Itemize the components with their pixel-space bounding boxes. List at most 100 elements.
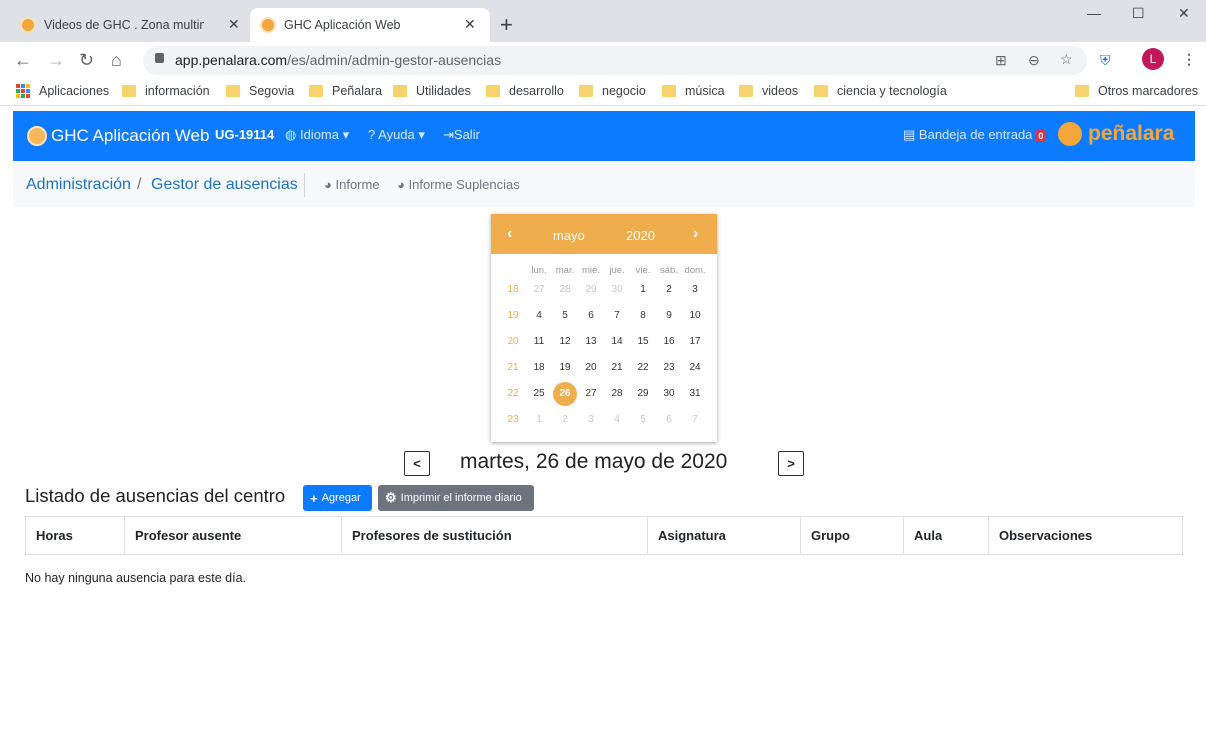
calendar-day[interactable]: 5 — [631, 408, 655, 432]
calendar-day[interactable]: 20 — [579, 356, 603, 380]
translate-icon[interactable]: ⊞ — [995, 52, 1007, 69]
calendar-day[interactable]: 14 — [605, 330, 629, 354]
avatar[interactable]: L — [1142, 48, 1164, 70]
calendar-day[interactable]: 11 — [527, 330, 551, 354]
nav-salir[interactable]: ⇥Salir — [443, 127, 480, 143]
bookmark-informacion[interactable]: información — [122, 84, 210, 98]
calendar-day[interactable]: 21 — [605, 356, 629, 380]
browser-tab-ghc[interactable]: GHC Aplicación Web ✕ — [250, 8, 490, 42]
calendar-day[interactable]: 9 — [657, 304, 681, 328]
column-header: Profesor ausente — [124, 516, 342, 555]
calendar-day[interactable]: 31 — [683, 382, 707, 406]
next-day-button[interactable]: > — [778, 451, 804, 476]
calendar-day[interactable]: 7 — [605, 304, 629, 328]
calendar-day[interactable]: 2 — [657, 278, 681, 302]
window-close-icon[interactable]: ✕ — [1178, 5, 1190, 22]
prev-day-button[interactable]: < — [404, 451, 430, 476]
calendar-day[interactable]: 23 — [657, 356, 681, 380]
calendar-day[interactable]: 6 — [657, 408, 681, 432]
minimize-icon[interactable]: — — [1087, 5, 1101, 21]
prev-month-button[interactable]: ‹ — [507, 225, 512, 243]
breadcrumb-admin[interactable]: Administración — [26, 176, 131, 194]
browser-tab-videos[interactable]: Videos de GHC . Zona multimedia ✕ — [20, 8, 242, 42]
print-daily-report-button[interactable]: ⚙ Imprimir el informe diario — [378, 485, 534, 511]
calendar-day[interactable]: 16 — [657, 330, 681, 354]
bookmark-aplicaciones[interactable]: Aplicaciones — [16, 84, 109, 98]
week-number: 23 — [507, 414, 519, 425]
bookmark-label: Otros marcadores — [1098, 84, 1199, 98]
calendar-year[interactable]: 2020 — [626, 228, 655, 243]
bookmark-musica[interactable]: música — [662, 84, 725, 98]
bookmark-segovia[interactable]: Segovia — [226, 84, 294, 98]
calendar-day[interactable]: 22 — [631, 356, 655, 380]
informe-label: Informe — [335, 177, 380, 192]
bookmark-label: música — [685, 84, 725, 98]
calendar-day[interactable]: 5 — [553, 304, 577, 328]
bookmark-label: videos — [762, 84, 799, 98]
bookmark-desarrollo[interactable]: desarrollo — [486, 84, 564, 98]
brand-link[interactable]: GHC Aplicación Web — [27, 126, 209, 146]
bookmark-ciencia[interactable]: ciencia y tecnología — [814, 84, 947, 98]
calendar-day[interactable]: 7 — [683, 408, 707, 432]
calendar-day[interactable]: 28 — [605, 382, 629, 406]
calendar-day[interactable]: 18 — [527, 356, 551, 380]
close-icon[interactable]: ✕ — [228, 16, 240, 33]
informe-suplencias-link[interactable]: ◕ Informe Suplencias — [397, 177, 520, 192]
calendar-day[interactable]: 4 — [605, 408, 629, 432]
calendar-day[interactable]: 8 — [631, 304, 655, 328]
calendar-day[interactable]: 30 — [605, 278, 629, 302]
calendar-day[interactable]: 24 — [683, 356, 707, 380]
calendar-day[interactable]: 3 — [579, 408, 603, 432]
calendar-day[interactable]: 12 — [553, 330, 577, 354]
calendar-day[interactable]: 27 — [527, 278, 551, 302]
maximize-icon[interactable]: ☐ — [1132, 5, 1145, 22]
calendar-day[interactable]: 3 — [683, 278, 707, 302]
shield-extension-icon[interactable]: ⛨ — [1100, 52, 1111, 69]
calendar-day[interactable]: 4 — [527, 304, 551, 328]
reload-icon[interactable]: ↻ — [79, 50, 94, 71]
menu-icon[interactable]: ⋮ — [1182, 51, 1196, 68]
calendar-day[interactable]: 30 — [657, 382, 681, 406]
close-icon[interactable]: ✕ — [464, 16, 476, 33]
calendar-day[interactable]: 2 — [553, 408, 577, 432]
new-tab-button[interactable]: + — [500, 12, 513, 38]
calendar-month[interactable]: mayo — [553, 228, 585, 243]
calendar-day[interactable]: 1 — [527, 408, 551, 432]
nav-ayuda[interactable]: ? Ayuda ▾ — [368, 127, 425, 143]
calendar-day[interactable]: 10 — [683, 304, 707, 328]
url-text[interactable]: app.penalara.com/es/admin/admin-gestor-a… — [175, 52, 501, 68]
apps-grid-icon — [16, 84, 30, 98]
bookmark-negocio[interactable]: negocio — [579, 84, 646, 98]
calendar-day[interactable]: 25 — [527, 382, 551, 406]
address-bar[interactable]: app.penalara.com/es/admin/admin-gestor-a… — [143, 46, 1087, 75]
nav-idioma[interactable]: ◍ Idioma ▾ — [285, 127, 349, 143]
calendar-day[interactable]: 1 — [631, 278, 655, 302]
calendar-day[interactable]: 17 — [683, 330, 707, 354]
calendar-day[interactable]: 29 — [579, 278, 603, 302]
add-button[interactable]: + Agregar — [303, 485, 372, 511]
nav-bandeja[interactable]: ▤ Bandeja de entrada 0 — [903, 127, 1047, 143]
informe-link[interactable]: ◕ Informe — [324, 177, 380, 192]
calendar-day[interactable]: 28 — [553, 278, 577, 302]
home-icon[interactable]: ⌂ — [111, 50, 122, 71]
caret-down-icon: ▾ — [418, 127, 425, 142]
calendar-day[interactable]: 13 — [579, 330, 603, 354]
bookmark-star-icon[interactable]: ☆ — [1060, 51, 1073, 68]
forward-arrow-icon[interactable]: → — [47, 50, 65, 71]
bookmark-videos[interactable]: videos — [739, 84, 798, 98]
calendar-day[interactable]: 19 — [553, 356, 577, 380]
bookmark-utilidades[interactable]: Utilidades — [393, 84, 471, 98]
folder-icon — [662, 85, 676, 97]
zoom-icon[interactable]: ⊖ — [1028, 52, 1040, 69]
calendar-day[interactable]: 27 — [579, 382, 603, 406]
bookmark-penalara[interactable]: Peñalara — [309, 84, 382, 98]
calendar-day[interactable]: 15 — [631, 330, 655, 354]
weekday-header: mar. — [555, 265, 575, 276]
bookmark-otros[interactable]: Otros marcadores — [1075, 84, 1198, 98]
calendar-day[interactable]: 6 — [579, 304, 603, 328]
calendar-day[interactable]: 26 — [553, 382, 577, 406]
absences-table: Horas Profesor ausente Profesores de sus… — [25, 516, 1183, 555]
next-month-button[interactable]: › — [693, 225, 698, 243]
calendar-day[interactable]: 29 — [631, 382, 655, 406]
back-arrow-icon[interactable]: ← — [14, 50, 32, 71]
